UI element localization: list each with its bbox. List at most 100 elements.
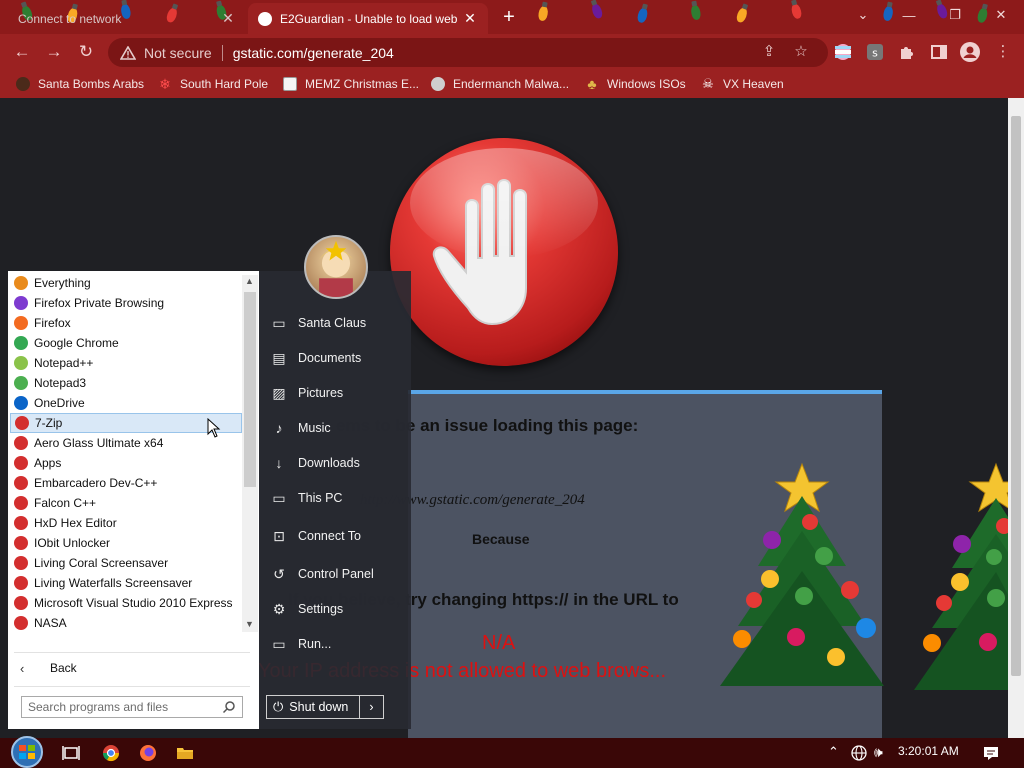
shutdown-button[interactable]: ⏻ Shut down › bbox=[266, 695, 384, 719]
place-item[interactable]: ▭ Run... bbox=[270, 633, 331, 655]
profile-avatar-icon[interactable] bbox=[960, 42, 980, 62]
more-menu-icon[interactable]: ⋮ bbox=[994, 42, 1012, 60]
program-icon bbox=[14, 576, 28, 590]
program-item[interactable]: Living Coral Screensaver bbox=[10, 553, 242, 573]
bookmark-endermanch-malware[interactable]: Endermanch Malwa... bbox=[431, 75, 569, 93]
s-extension-icon[interactable]: s bbox=[866, 43, 884, 61]
bookmark-south-hard-pole[interactable]: ❄ South Hard Pole bbox=[158, 75, 268, 93]
place-label: Settings bbox=[298, 602, 344, 616]
program-item[interactable]: Apps bbox=[10, 453, 242, 473]
program-label: OneDrive bbox=[34, 396, 85, 410]
scroll-up-arrow-icon[interactable]: ▲ bbox=[245, 276, 254, 286]
program-item[interactable]: Google Chrome bbox=[10, 333, 242, 353]
place-item[interactable]: ▭ Santa Claus bbox=[270, 312, 366, 334]
restore-button[interactable]: ❐ bbox=[932, 0, 978, 30]
program-list-scrollbar-thumb[interactable] bbox=[244, 292, 256, 487]
because-label: Because bbox=[472, 531, 530, 547]
bookmark-santa-bombs-arabs[interactable]: Santa Bombs Arabs bbox=[16, 75, 144, 93]
search-icon[interactable] bbox=[222, 700, 236, 714]
user-picture bbox=[319, 240, 353, 297]
divider bbox=[14, 652, 250, 653]
extensions-puzzle-icon[interactable] bbox=[898, 43, 916, 61]
task-view-icon[interactable] bbox=[62, 744, 80, 762]
program-item[interactable]: Falcon C++ bbox=[10, 493, 242, 513]
program-item[interactable]: Notepad++ bbox=[10, 353, 242, 373]
bookmark-windows-isos[interactable]: ♣ Windows ISOs bbox=[585, 75, 685, 93]
file-explorer-icon[interactable] bbox=[176, 744, 194, 762]
network-globe-icon[interactable] bbox=[850, 744, 868, 762]
program-item[interactable]: OneDrive bbox=[10, 393, 242, 413]
shutdown-label: Shut down bbox=[289, 700, 349, 714]
program-label: Living Coral Screensaver bbox=[34, 556, 169, 570]
tab-title: Connect to network bbox=[18, 11, 122, 26]
volume-icon[interactable]: 🕪 bbox=[874, 744, 883, 761]
forward-arrow-icon[interactable]: → bbox=[42, 40, 66, 64]
place-label: Documents bbox=[298, 351, 362, 365]
na-text: N/A bbox=[482, 632, 516, 654]
program-item[interactable]: Living Waterfalls Screensaver bbox=[10, 573, 242, 593]
new-tab-button[interactable]: + bbox=[498, 6, 520, 28]
url-text[interactable]: gstatic.com/generate_204 bbox=[233, 45, 394, 61]
flag-extension-icon[interactable] bbox=[834, 43, 852, 61]
notifications-icon[interactable] bbox=[982, 744, 1000, 762]
window-close-button[interactable]: ✕ bbox=[978, 0, 1024, 30]
address-bar[interactable]: Not secure gstatic.com/generate_204 bbox=[108, 38, 828, 67]
place-item[interactable]: ▭ This PC bbox=[270, 487, 342, 509]
place-item[interactable]: ⊡ Connect To bbox=[270, 525, 361, 547]
place-item[interactable]: ⚙ Settings bbox=[270, 598, 343, 620]
program-item[interactable]: HxD Hex Editor bbox=[10, 513, 242, 533]
back-button[interactable]: ‹ Back bbox=[8, 655, 259, 681]
program-item[interactable]: Firefox bbox=[10, 313, 242, 333]
program-icon bbox=[14, 296, 28, 310]
minimize-button[interactable]: — bbox=[886, 0, 932, 30]
program-item[interactable]: IObit Unlocker bbox=[10, 533, 242, 553]
tab-e2guardian[interactable]: E2Guardian - Unable to load web ✕ bbox=[248, 3, 488, 34]
search-input[interactable]: Search programs and files bbox=[21, 696, 243, 718]
back-arrow-icon[interactable]: ← bbox=[10, 40, 34, 64]
svg-text:s: s bbox=[872, 47, 878, 60]
program-item[interactable]: Microsoft Visual Studio 2010 Express bbox=[10, 593, 242, 613]
tab-connect-to-network[interactable]: Connect to network ✕ bbox=[8, 3, 246, 34]
firefox-icon[interactable] bbox=[139, 744, 157, 762]
program-item[interactable]: Notepad3 bbox=[10, 373, 242, 393]
scroll-down-arrow-icon[interactable]: ▼ bbox=[245, 619, 254, 629]
bookmark-star-icon[interactable]: ☆ bbox=[792, 42, 810, 60]
bookmark-label: VX Heaven bbox=[723, 77, 784, 91]
program-item[interactable]: Embarcadero Dev-C++ bbox=[10, 473, 242, 493]
place-item[interactable]: ▨ Pictures bbox=[270, 382, 343, 404]
tab-strip: Connect to network ✕ E2Guardian - Unable… bbox=[0, 0, 1024, 34]
place-item[interactable]: ↺ Control Panel bbox=[270, 563, 374, 585]
program-icon bbox=[14, 556, 28, 570]
side-panel-icon[interactable] bbox=[930, 43, 948, 61]
start-orb-icon[interactable] bbox=[8, 734, 46, 768]
close-icon[interactable]: ✕ bbox=[220, 10, 236, 27]
chevron-up-icon[interactable]: ⌃ bbox=[828, 744, 839, 760]
page-scrollbar-thumb[interactable] bbox=[1011, 116, 1021, 676]
program-item[interactable]: NASA bbox=[10, 613, 242, 633]
bookmark-memz-christmas[interactable]: MEMZ Christmas E... bbox=[283, 75, 419, 93]
program-item[interactable]: Firefox Private Browsing bbox=[10, 293, 242, 313]
bookmark-label: South Hard Pole bbox=[180, 77, 269, 91]
program-label: NASA bbox=[34, 616, 67, 630]
security-label[interactable]: Not secure bbox=[144, 45, 212, 61]
place-item[interactable]: ↓ Downloads bbox=[270, 452, 360, 474]
close-icon[interactable]: ✕ bbox=[462, 10, 478, 27]
tab-search-button[interactable]: ⌄ bbox=[840, 0, 886, 30]
power-icon: ⏻ bbox=[273, 699, 284, 714]
tab-title: E2Guardian - Unable to load web bbox=[280, 11, 458, 26]
user-avatar[interactable] bbox=[304, 235, 368, 299]
chrome-icon[interactable] bbox=[102, 744, 120, 762]
program-label: Firefox Private Browsing bbox=[34, 296, 165, 310]
place-item[interactable]: ▤ Documents bbox=[270, 347, 361, 369]
back-label: Back bbox=[50, 661, 77, 675]
program-icon bbox=[14, 616, 28, 630]
shutdown-options-chevron-icon[interactable]: › bbox=[359, 696, 383, 718]
program-item[interactable]: Everything bbox=[10, 273, 242, 293]
bookmark-vx-heaven[interactable]: ☠ VX Heaven bbox=[701, 75, 784, 93]
taskbar-clock[interactable]: 3:20:01 AM bbox=[898, 744, 959, 758]
place-item[interactable]: ♪ Music bbox=[270, 417, 331, 439]
program-icon bbox=[14, 336, 28, 350]
reload-icon[interactable]: ↻ bbox=[74, 40, 98, 64]
christmas-light-decoration bbox=[590, 2, 604, 20]
share-icon[interactable]: ⇪ bbox=[760, 42, 778, 60]
